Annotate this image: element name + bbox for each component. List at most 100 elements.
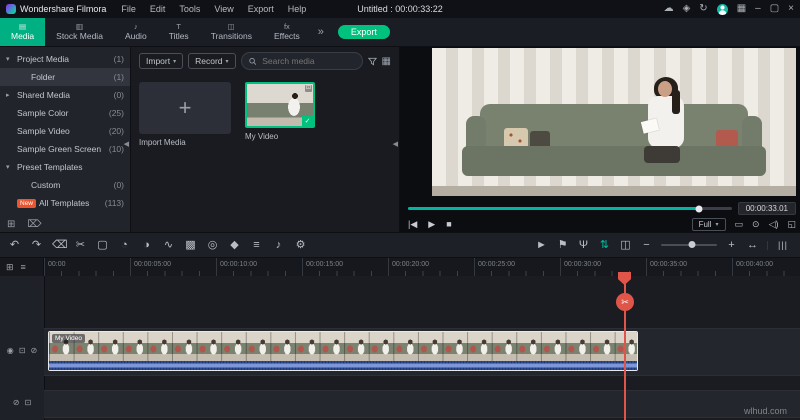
audio-track[interactable] (44, 390, 800, 418)
tab-stock-media[interactable]: ▥ Stock Media (45, 18, 114, 46)
redo-icon[interactable]: ↷ (30, 239, 43, 251)
zoom-slider[interactable] (661, 241, 717, 248)
menu-item[interactable]: View (207, 4, 240, 14)
ruler-scale[interactable]: 00:00 00:00:05:00 00:00:10:00 00:00:15:00 00… (44, 258, 800, 276)
timeline-tracks[interactable]: ◉ ⊡ ⊘ ⊘ ⊡ My Video (0, 276, 800, 420)
tab-titles[interactable]: T Titles (158, 18, 200, 46)
add-track-icon[interactable]: ⊞ (6, 262, 14, 273)
sidebar-item-label: Preset Templates (17, 162, 83, 172)
sidebar-item-shared-media[interactable]: ▸ Shared Media (0) (0, 86, 130, 104)
undo-icon[interactable]: ↶ (8, 239, 21, 251)
close-icon[interactable]: × (788, 4, 794, 14)
new-folder-icon[interactable]: ⊞ (7, 219, 15, 230)
expand-arrow-icon[interactable]: ▾ (6, 55, 14, 63)
collapse-sidebar-icon[interactable]: ◀ (124, 140, 129, 148)
timeline-ruler[interactable]: ⊞ ≡ 00:00 00:00:05:00 00:00:10:00 00:00:15:0… (0, 258, 800, 276)
motion-track-icon[interactable]: ◎ (206, 239, 219, 251)
sidebar-item-project-media[interactable]: ▾ Project Media (1) (0, 50, 130, 68)
lock-icon[interactable]: ⊡ (19, 347, 26, 355)
search-box[interactable] (240, 52, 363, 70)
sidebar-item-custom[interactable]: Custom (0) (0, 176, 130, 194)
menu-item[interactable]: Help (281, 4, 314, 14)
zoom-slider-handle[interactable] (688, 241, 696, 248)
menu-item[interactable]: File (114, 4, 143, 14)
effects-store-icon[interactable]: ◈ (683, 4, 691, 14)
minimize-icon[interactable]: – (755, 4, 761, 14)
export-button[interactable]: Export (337, 25, 390, 39)
crop-icon[interactable]: ▢ (96, 239, 109, 251)
layout-icon[interactable]: ▦ (737, 4, 746, 14)
sync-icon[interactable]: ↻ (699, 4, 707, 14)
grid-view-icon[interactable]: ▦ (382, 56, 391, 67)
adjust-icon[interactable]: ≡ (250, 239, 263, 251)
speaker-icon[interactable]: ◁) (769, 220, 779, 229)
track-height-icon[interactable]: ||| (767, 240, 792, 250)
cloud-icon[interactable]: ☁ (664, 4, 674, 14)
filter-icon[interactable] (367, 57, 377, 66)
play-button[interactable]: ▶ (428, 220, 435, 229)
lock-icon[interactable]: ⊡ (25, 399, 32, 407)
search-input[interactable] (260, 55, 355, 67)
fit-timeline-icon[interactable]: ↔ (746, 239, 759, 251)
scrubber-handle[interactable] (695, 205, 703, 212)
chevron-down-icon: ▾ (173, 58, 177, 65)
fullscreen-icon[interactable]: ◱ (787, 220, 796, 229)
menu-item[interactable]: Export (241, 4, 281, 14)
record-button[interactable]: Record ▾ (188, 53, 236, 69)
tab-icon: T (176, 21, 181, 31)
display-mode-icon[interactable]: ▭ (735, 220, 744, 229)
stop-button[interactable]: ■ (446, 220, 451, 229)
sidebar-item-all-templates[interactable]: New All Templates (113) (0, 194, 130, 212)
mute-icon[interactable]: ⊘ (30, 347, 37, 355)
sidebar-item-folder[interactable]: Folder (1) (0, 68, 130, 86)
audio-adjust-icon[interactable]: ♪ (272, 239, 285, 251)
split-at-playhead-button[interactable]: ✂ (616, 293, 634, 311)
marker-icon[interactable]: ⚑ (556, 239, 569, 251)
maximize-icon[interactable]: ▢ (770, 4, 779, 14)
sidebar-item-sample-green-screen[interactable]: Sample Green Screen (10) (0, 140, 130, 158)
timeline-clip[interactable]: My Video (48, 331, 638, 371)
zoom-in-icon[interactable]: + (725, 239, 738, 251)
pointer-icon[interactable]: ► (535, 239, 548, 251)
more-panels-icon[interactable]: » (318, 26, 324, 38)
split-screen-icon[interactable]: ◫ (619, 239, 632, 251)
tab-media[interactable]: ▤ Media (0, 18, 46, 46)
scrubber[interactable] (408, 205, 732, 212)
sidebar-item-sample-color[interactable]: Sample Color (25) (0, 104, 130, 122)
plus-icon: + (178, 95, 192, 120)
tab-audio[interactable]: ♪ Audio (114, 18, 158, 46)
delete-folder-icon[interactable]: ⌦ (27, 219, 41, 230)
menu-item[interactable]: Tools (172, 4, 207, 14)
sidebar-item-preset-templates[interactable]: ▾ Preset Templates (0, 158, 130, 176)
chroma-key-icon[interactable]: ▩ (184, 239, 197, 251)
voiceover-icon[interactable]: Ψ (577, 239, 590, 251)
sidebar-item-sample-video[interactable]: Sample Video (20) (0, 122, 130, 140)
color-icon[interactable]: ◑ (140, 239, 153, 251)
split-icon[interactable]: ✂ (74, 239, 87, 251)
collapse-media-panel-icon[interactable]: ◀ (393, 140, 398, 148)
media-items: + Import Media ⊡ ✓ My Video (139, 82, 391, 147)
account-icon[interactable] (716, 3, 728, 15)
tab-transitions[interactable]: ◫ Transitions (200, 18, 263, 46)
mixer-icon[interactable]: ⇅ (598, 239, 611, 251)
eye-icon[interactable]: ◉ (7, 347, 14, 355)
expand-arrow-icon[interactable]: ▾ (6, 163, 14, 171)
import-media-tile[interactable]: + (139, 82, 231, 134)
manage-tracks-icon[interactable]: ≡ (21, 262, 26, 272)
keyframe-icon[interactable]: ◆ (228, 239, 241, 251)
video-thumbnail[interactable]: ⊡ ✓ (245, 82, 315, 128)
import-button[interactable]: Import ▾ (139, 53, 184, 69)
render-settings-icon[interactable]: ⚙ (294, 239, 307, 251)
mute-icon[interactable]: ⊘ (13, 399, 20, 407)
tab-effects[interactable]: fx Effects (263, 18, 311, 46)
prev-frame-button[interactable]: |◀ (408, 220, 417, 229)
menu-item[interactable]: Edit (143, 4, 173, 14)
video-preview[interactable] (432, 48, 796, 196)
zoom-out-icon[interactable]: − (640, 239, 653, 251)
expand-arrow-icon[interactable]: ▸ (6, 91, 14, 99)
animation-icon[interactable]: ∿ (162, 239, 175, 251)
delete-icon[interactable]: ⌫ (52, 239, 68, 251)
snapshot-icon[interactable]: ⊙ (752, 220, 760, 229)
speed-icon[interactable]: ◔ (118, 239, 131, 251)
quality-selector[interactable]: Full ▾ (691, 218, 726, 231)
